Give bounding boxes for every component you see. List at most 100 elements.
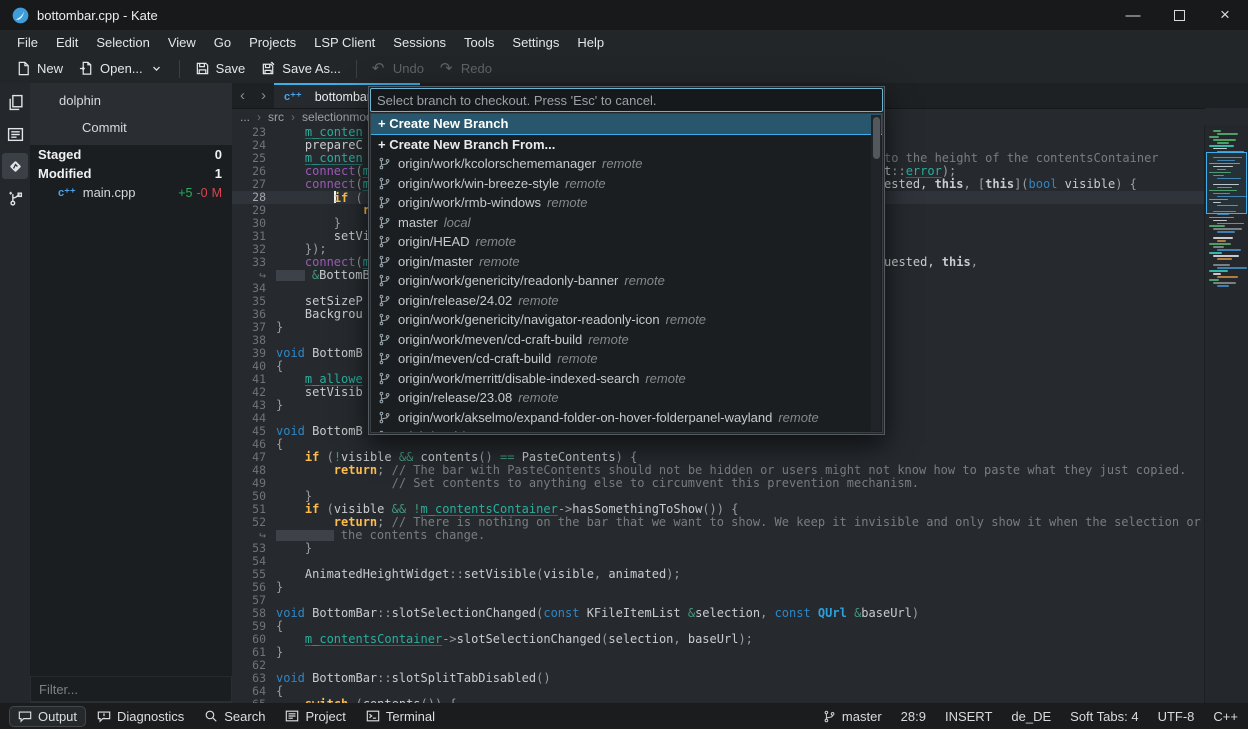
fold-margin [266, 321, 276, 334]
line-text: m_contentsContainer->slotSelectionChange… [276, 633, 1205, 646]
statusbar-soft-tabs-4[interactable]: Soft Tabs: 4 [1070, 709, 1138, 724]
commit-button[interactable]: Commit [62, 120, 127, 135]
line-text: the contents change. [276, 529, 1205, 542]
statusbar-search-toggle[interactable]: Search [196, 707, 273, 726]
branch-item[interactable]: origin/work/…remote [371, 427, 882, 433]
open-button[interactable]: Open... [71, 57, 172, 80]
sidebar-tool-project-icon[interactable] [2, 121, 28, 147]
fold-margin [266, 282, 276, 295]
minimize-button[interactable]: — [1110, 0, 1156, 30]
menu-selection[interactable]: Selection [87, 32, 158, 53]
menu-lsp-client[interactable]: LSP Client [305, 32, 384, 53]
branch-kind: remote [476, 234, 516, 249]
fold-margin [266, 620, 276, 633]
menu-icon[interactable] [211, 120, 226, 135]
save-as-button[interactable]: Save As... [253, 57, 349, 80]
chevron-down-icon[interactable] [188, 93, 203, 108]
breadcrumb-segment[interactable]: ... [240, 110, 250, 124]
statusbar-28-9[interactable]: 28:9 [901, 709, 926, 724]
redo-button: ↷Redo [432, 57, 500, 80]
branch-item[interactable]: origin/work/meven/cd-craft-buildremote [371, 330, 882, 350]
popup-scrollbar-thumb[interactable] [873, 117, 880, 159]
menu-edit[interactable]: Edit [47, 32, 87, 53]
menu-tools[interactable]: Tools [455, 32, 503, 53]
toolbar: New Open... SaveSave As... ↶Undo↷Redo [0, 54, 1248, 84]
git-file-row[interactable]: c⁺⁺main.cpp+5-0M [30, 183, 232, 202]
save-button[interactable]: Save [187, 57, 254, 80]
branch-item[interactable]: origin/work/genericity/readonly-bannerre… [371, 271, 882, 291]
menu-go[interactable]: Go [205, 32, 240, 53]
branch-item[interactable]: origin/release/24.02remote [371, 291, 882, 311]
branch-search-input[interactable] [370, 88, 883, 112]
toolbar-label: Open... [100, 61, 143, 76]
statusbar-diagnostics-toggle[interactable]: Diagnostics [89, 707, 192, 726]
menu-sessions[interactable]: Sessions [384, 32, 455, 53]
new-button[interactable]: New [8, 57, 71, 80]
open-icon [79, 61, 94, 76]
statusbar-utf-8[interactable]: UTF-8 [1158, 709, 1195, 724]
filter-input[interactable]: Filter... [31, 676, 231, 701]
nav-forward-button[interactable]: › [253, 83, 274, 108]
popup-scrollbar[interactable] [871, 115, 881, 431]
git-group-modified[interactable]: Modified1 [30, 164, 232, 183]
branch-item[interactable]: origin/masterremote [371, 252, 882, 272]
maximize-button[interactable] [1156, 0, 1202, 30]
branch-name: origin/work/… [398, 429, 477, 433]
git-branch-icon [378, 274, 391, 287]
branch-action-item[interactable]: + Create New Branch From... [371, 135, 882, 155]
branch-item[interactable]: origin/work/rmb-windowsremote [371, 193, 882, 213]
sidebar-tool-documents-icon[interactable] [2, 89, 28, 115]
pull-icon[interactable] [187, 120, 202, 135]
statusbar-project-toggle[interactable]: Project [277, 707, 353, 726]
statusbar-output-toggle[interactable]: Output [10, 707, 85, 726]
undo-button: ↶Undo [364, 57, 432, 80]
project-name: dolphin [59, 93, 101, 108]
titlebar[interactable]: bottombar.cpp - Kate — × [0, 0, 1248, 30]
breadcrumb-segment[interactable]: src [268, 110, 284, 124]
branch-action-item[interactable]: + Create New Branch [371, 114, 882, 135]
branch-kind: remote [666, 312, 706, 327]
sidebar-tool-git-icon[interactable] [2, 153, 28, 179]
nav-back-button[interactable]: ‹ [232, 83, 253, 108]
menu-settings[interactable]: Settings [503, 32, 568, 53]
line-text-right-fragment: ested, this, [this](bool visible) { [884, 178, 1137, 191]
minimap-scrollbar[interactable] [1204, 125, 1248, 703]
close-button[interactable]: × [1202, 0, 1248, 30]
git-branch-icon [378, 216, 391, 229]
branch-item[interactable]: origin/work/genericity/navigator-readonl… [371, 310, 882, 330]
minimap-viewport[interactable] [1206, 152, 1247, 214]
branch-name: origin/work/merritt/disable-indexed-sear… [398, 371, 639, 386]
menu-help[interactable]: Help [568, 32, 613, 53]
split-view-icon[interactable] [1229, 87, 1243, 101]
menu-file[interactable]: File [8, 32, 47, 53]
sidebar-tool-symbols-icon[interactable] [2, 185, 28, 211]
lightning-icon[interactable] [1201, 87, 1215, 101]
statusbar-de-de[interactable]: de_DE [1011, 709, 1051, 724]
push-icon[interactable] [163, 120, 178, 135]
fold-margin [266, 334, 276, 347]
fold-margin [266, 516, 276, 529]
branch-item[interactable]: masterlocal [371, 213, 882, 233]
fold-margin [266, 386, 276, 399]
statusbar-master[interactable]: master [823, 709, 882, 724]
menu-projects[interactable]: Projects [240, 32, 305, 53]
branch-kind: local [444, 215, 471, 230]
git-branch-icon [378, 196, 391, 209]
branch-name: origin/master [398, 254, 473, 269]
branch-item[interactable]: origin/work/merritt/disable-indexed-sear… [371, 369, 882, 389]
fold-margin [266, 295, 276, 308]
branch-item[interactable]: origin/release/23.08remote [371, 388, 882, 408]
branch-item[interactable]: origin/work/kcolorschememanagerremote [371, 154, 882, 174]
menu-view[interactable]: View [159, 32, 205, 53]
refresh-icon[interactable] [209, 93, 224, 108]
item-label: + Create New Branch [378, 116, 508, 131]
statusbar-insert[interactable]: INSERT [945, 709, 992, 724]
branch-item[interactable]: origin/HEADremote [371, 232, 882, 252]
branch-item[interactable]: origin/work/akselmo/expand-folder-on-hov… [371, 408, 882, 428]
git-group-staged[interactable]: Staged0 [30, 145, 232, 164]
statusbar-c++[interactable]: C++ [1213, 709, 1238, 724]
branch-item[interactable]: origin/meven/cd-craft-buildremote [371, 349, 882, 369]
statusbar-terminal-toggle[interactable]: Terminal [358, 707, 443, 726]
project-selector[interactable]: dolphin [30, 86, 232, 114]
branch-item[interactable]: origin/work/win-breeze-styleremote [371, 174, 882, 194]
